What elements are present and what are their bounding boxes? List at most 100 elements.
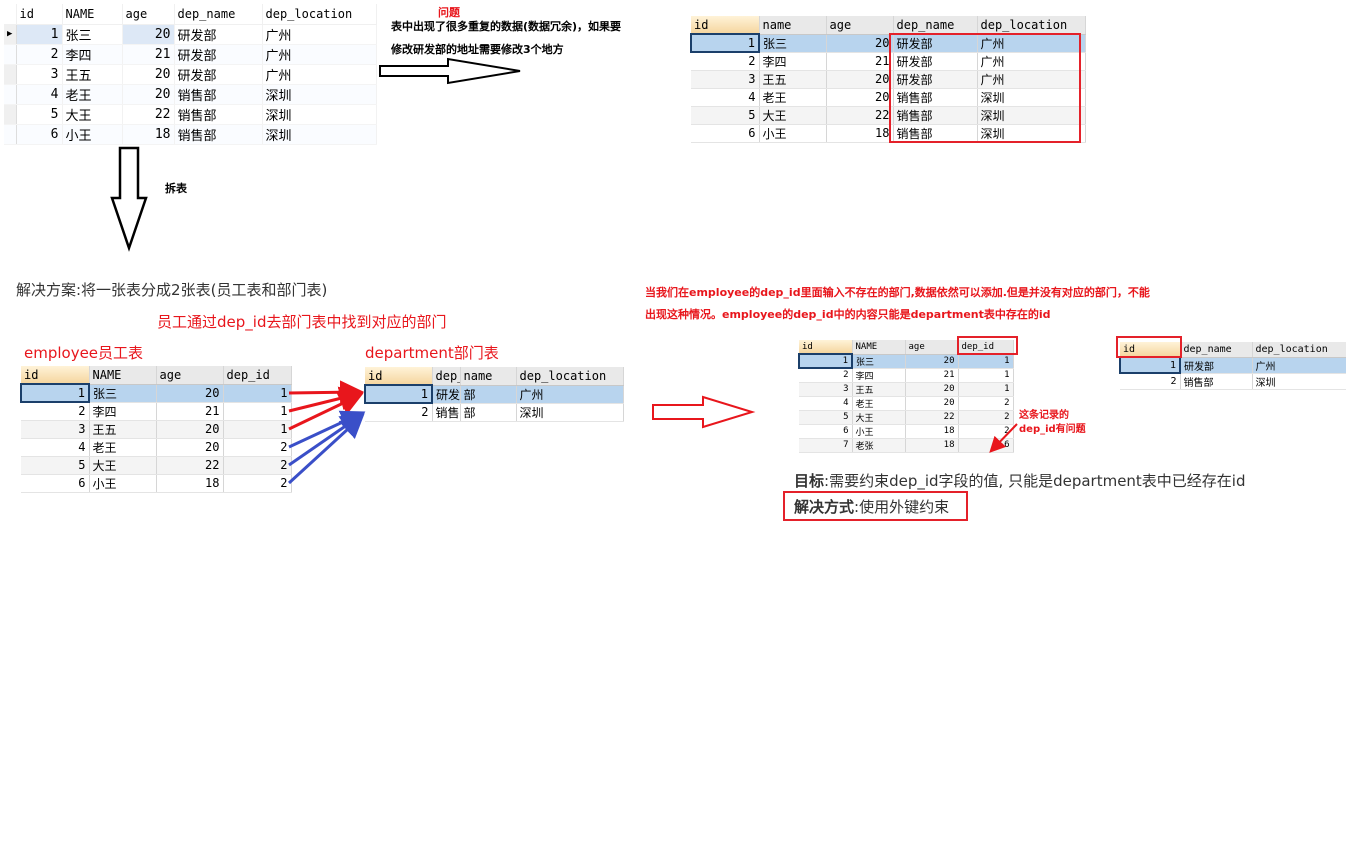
cell[interactable]: 20 (156, 384, 224, 403)
table-row[interactable]: 4 老王 20 2 (21, 438, 292, 457)
cell[interactable]: 王五 (89, 420, 157, 439)
cell[interactable]: 部 (460, 403, 517, 422)
cell[interactable]: 老王 (62, 84, 123, 105)
cell[interactable]: 大王 (852, 410, 906, 425)
cell[interactable]: 张三 (62, 24, 123, 45)
cell[interactable]: 小王 (89, 474, 157, 493)
column-header[interactable]: age (122, 4, 175, 25)
column-header[interactable]: age (905, 340, 959, 355)
column-header[interactable]: dep_location (262, 4, 377, 25)
cell[interactable]: 深圳 (262, 104, 377, 125)
column-header[interactable]: NAME (89, 366, 157, 385)
cell[interactable]: 广州 (262, 64, 377, 85)
column-header[interactable]: id (799, 340, 853, 355)
cell[interactable]: 18 (905, 424, 959, 439)
cell[interactable]: 大王 (89, 456, 157, 475)
cell[interactable]: 20 (905, 354, 959, 369)
cell[interactable]: 张三 (89, 384, 157, 403)
cell[interactable]: 大王 (759, 106, 827, 125)
cell[interactable]: 20 (826, 70, 894, 89)
cell[interactable]: 研发部 (174, 24, 263, 45)
cell[interactable]: 6 (691, 124, 760, 143)
cell[interactable]: 王五 (852, 382, 906, 397)
cell[interactable]: 2 (16, 44, 63, 65)
cell[interactable]: 研发部 (1180, 357, 1253, 374)
cell[interactable]: 22 (156, 456, 224, 475)
cell[interactable]: 21 (122, 44, 175, 65)
cell[interactable]: 4 (21, 438, 90, 457)
cell[interactable]: 20 (905, 396, 959, 411)
cell[interactable]: 部 (460, 385, 517, 404)
cell[interactable]: 李四 (89, 402, 157, 421)
table-row[interactable]: 3 王五 20 研发部 广州 (4, 64, 377, 85)
cell[interactable]: 深圳 (516, 403, 624, 422)
cell[interactable]: 研发部 (174, 64, 263, 85)
cell[interactable]: 7 (799, 438, 853, 453)
cell[interactable]: 销售部 (174, 104, 263, 125)
table-row[interactable]: 7 老张 18 6 (799, 438, 1014, 453)
cell[interactable]: 5 (16, 104, 63, 125)
cell[interactable]: 销售部 (1180, 373, 1253, 390)
cell[interactable]: 20 (156, 438, 224, 457)
cell[interactable]: 1 (20, 383, 90, 403)
table-row[interactable]: 2 李四 21 1 (799, 368, 1014, 383)
cell[interactable]: 20 (122, 84, 175, 105)
column-header[interactable]: name (759, 16, 827, 35)
cell[interactable]: 1 (16, 24, 63, 45)
cell[interactable]: 广州 (516, 385, 624, 404)
cell[interactable]: 3 (799, 382, 853, 397)
cell[interactable]: 销售部 (174, 124, 263, 145)
cell[interactable]: 广州 (262, 24, 377, 45)
cell[interactable]: 1 (958, 368, 1014, 383)
cell[interactable]: 4 (799, 396, 853, 411)
cell[interactable]: 3 (16, 64, 63, 85)
table-row[interactable]: 6 小王 18 销售部 深圳 (4, 124, 377, 145)
cell[interactable]: 广州 (262, 44, 377, 65)
table-row[interactable]: 1 张三 20 1 (798, 353, 1014, 369)
table-row[interactable]: 1 研发 部 广州 (364, 384, 624, 404)
table-row[interactable]: 2 李四 21 1 (21, 402, 292, 421)
cell[interactable]: 老王 (759, 88, 827, 107)
table-row[interactable]: 5 大王 22 2 (21, 456, 292, 475)
cell[interactable]: 18 (156, 474, 224, 493)
cell[interactable]: 销售部 (174, 84, 263, 105)
cell[interactable]: 1 (1119, 356, 1181, 374)
cell[interactable]: 22 (905, 410, 959, 425)
cell[interactable]: 21 (826, 52, 894, 71)
table-row[interactable]: ▶ 1 张三 20 研发部 广州 (4, 24, 377, 45)
cell[interactable]: 李四 (852, 368, 906, 383)
table-row[interactable]: 4 老王 20 2 (799, 396, 1014, 411)
column-header[interactable]: NAME (62, 4, 123, 25)
cell[interactable]: 1 (958, 354, 1014, 369)
column-header[interactable]: id (16, 4, 63, 25)
table-row[interactable]: 2 销售部 深圳 (1120, 373, 1346, 390)
cell[interactable]: 21 (156, 402, 224, 421)
column-header[interactable]: name (460, 367, 517, 386)
cell[interactable]: 李四 (759, 52, 827, 71)
table-row[interactable]: 6 小王 18 2 (799, 424, 1014, 439)
table-row[interactable]: 1 张三 20 1 (20, 383, 292, 403)
cell[interactable]: 2 (21, 402, 90, 421)
cell[interactable]: 研发部 (174, 44, 263, 65)
column-header[interactable]: dep_ (432, 367, 461, 386)
cell[interactable]: 1 (690, 33, 760, 53)
cell[interactable]: 18 (826, 124, 894, 143)
cell[interactable]: 张三 (759, 34, 827, 53)
cell[interactable]: 小王 (852, 424, 906, 439)
cell[interactable]: 广州 (1252, 357, 1346, 374)
cell[interactable]: 销售 (432, 403, 461, 422)
column-header[interactable]: age (156, 366, 224, 385)
table-row[interactable]: 3 王五 20 1 (21, 420, 292, 439)
column-header[interactable]: dep_location (1252, 342, 1346, 358)
column-header[interactable]: dep_name (174, 4, 263, 25)
cell[interactable]: 6 (16, 124, 63, 145)
column-header[interactable]: dep_name (893, 16, 978, 35)
cell[interactable]: 5 (799, 410, 853, 425)
cell[interactable]: 大王 (62, 104, 123, 125)
column-header[interactable]: id (21, 366, 90, 385)
column-header[interactable]: dep_location (977, 16, 1086, 35)
cell[interactable]: 2 (691, 52, 760, 71)
cell[interactable]: 4 (16, 84, 63, 105)
cell[interactable]: 老王 (852, 396, 906, 411)
cell[interactable]: 研发 (432, 385, 461, 404)
